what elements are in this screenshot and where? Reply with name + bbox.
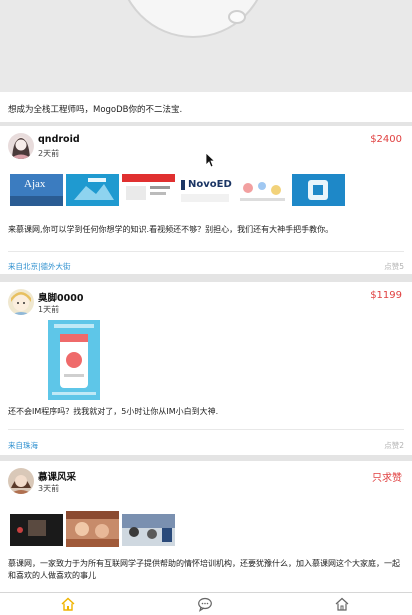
- location-link[interactable]: 来自珠海: [8, 440, 38, 451]
- post-time: 2天前: [38, 149, 60, 158]
- thumbnail-image[interactable]: [236, 174, 289, 206]
- post-description: 慕课网，一家致力于为所有互联网学子提供帮助的情怀培训机构，还要犹豫什么，加入慕课…: [8, 559, 400, 580]
- post-time: 1天前: [38, 305, 60, 314]
- post-description: 来慕课网,你可以学到任何你想学的知识.看视频还不够？别担心，我们还有大神手把手教…: [8, 225, 334, 234]
- avatar[interactable]: [8, 133, 34, 159]
- post-time: 3天前: [38, 484, 60, 493]
- like-count[interactable]: 点赞5: [384, 261, 404, 272]
- thumbnail-image[interactable]: NovoED: [178, 174, 233, 206]
- card-cover-image: [0, 0, 412, 92]
- thumbnail-image[interactable]: [66, 174, 119, 206]
- feed-card[interactable]: 臭脚0000 1天前 $1199 还不会IM程序吗？找我就对了，5小时让你从IM…: [0, 282, 412, 455]
- thumbnail-image[interactable]: Ajax: [10, 174, 63, 206]
- thumbnail-label: NovoED: [188, 179, 232, 190]
- screen: 想成为全栈工程师吗，MogoDB你的不二法宝. qndroid 2天前 $240…: [0, 0, 412, 615]
- avatar[interactable]: [8, 289, 34, 315]
- price-label: $2400: [370, 134, 402, 145]
- home-icon[interactable]: [60, 596, 76, 612]
- chat-icon[interactable]: [197, 596, 213, 612]
- feed-card[interactable]: qndroid 2天前 $2400 Ajax NovoED 来慕课网,你可以学到…: [0, 126, 412, 274]
- avatar[interactable]: [8, 468, 34, 494]
- thumbnail-image[interactable]: [66, 511, 119, 547]
- username[interactable]: qndroid: [38, 134, 80, 145]
- bottom-tab-bar: [0, 592, 412, 615]
- thumbnail-image[interactable]: [10, 514, 63, 546]
- thumbnail-image[interactable]: [292, 174, 345, 206]
- thumbnail-label: Ajax: [24, 178, 46, 190]
- thumbnail-image[interactable]: [48, 320, 100, 400]
- thumbnail-image[interactable]: [122, 514, 175, 546]
- price-label: 只求赞: [372, 473, 402, 484]
- home-icon[interactable]: [334, 596, 350, 612]
- divider: [8, 429, 404, 430]
- mouse-cursor-icon: [205, 152, 216, 172]
- thumbnail-image[interactable]: [122, 174, 175, 206]
- location-link[interactable]: 来自北京|德外大街: [8, 261, 71, 272]
- post-description: 还不会IM程序吗？找我就对了，5小时让你从IM小白到大神.: [8, 407, 219, 416]
- feed-card-partial[interactable]: 想成为全栈工程师吗，MogoDB你的不二法宝.: [0, 0, 412, 122]
- price-label: $1199: [370, 290, 402, 301]
- feed-card[interactable]: 慕课风采 3天前 只求赞 慕课网，一家致力于为所有互联网学子提供帮助的情怀培训机…: [0, 461, 412, 592]
- username[interactable]: 慕课风采: [38, 469, 76, 483]
- divider: [8, 251, 404, 252]
- card-description: 想成为全栈工程师吗，MogoDB你的不二法宝.: [8, 105, 183, 115]
- username[interactable]: 臭脚0000: [38, 290, 83, 304]
- like-count[interactable]: 点赞2: [384, 440, 404, 451]
